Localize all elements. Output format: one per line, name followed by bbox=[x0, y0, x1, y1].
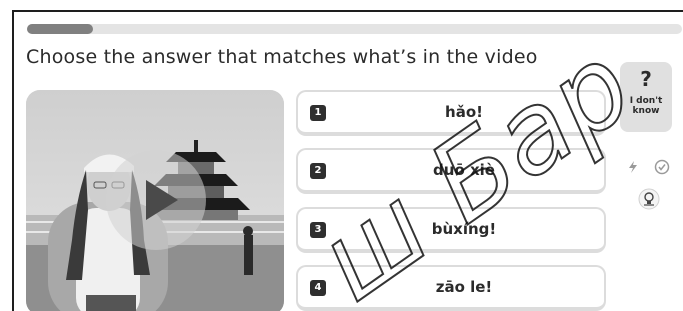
option-number-badge: 3 bbox=[310, 222, 326, 238]
check-circle-icon[interactable] bbox=[654, 159, 670, 175]
play-button[interactable] bbox=[106, 150, 206, 250]
option-number-badge: 4 bbox=[310, 280, 326, 296]
option-number-badge: 1 bbox=[310, 105, 326, 121]
i-dont-know-button[interactable]: ? I don't know bbox=[620, 62, 672, 132]
question-mark-icon: ? bbox=[640, 67, 652, 91]
answer-option-3[interactable]: 3 bùxíng! bbox=[296, 207, 606, 253]
option-text: bùxíng! bbox=[431, 220, 497, 238]
option-text: duō xiè bbox=[433, 161, 495, 179]
progress-bar bbox=[27, 24, 682, 34]
option-number-badge: 2 bbox=[310, 163, 326, 179]
lightbulb-icon[interactable] bbox=[638, 188, 660, 210]
answer-option-2[interactable]: 2 duō xiè bbox=[296, 148, 606, 194]
progress-fill bbox=[27, 24, 93, 34]
answer-option-1[interactable]: 1 hǎo! bbox=[296, 90, 606, 136]
app-frame: Choose the answer that matches what’s in… bbox=[12, 10, 683, 311]
lightning-icon[interactable] bbox=[626, 160, 640, 174]
option-text: zāo le! bbox=[435, 278, 493, 296]
video-player[interactable] bbox=[26, 90, 284, 311]
question-title: Choose the answer that matches what’s in… bbox=[26, 46, 538, 68]
answer-option-4[interactable]: 4 zāo le! bbox=[296, 265, 606, 311]
option-text: hǎo! bbox=[445, 103, 483, 121]
play-icon bbox=[146, 180, 178, 220]
i-dont-know-label: I don't know bbox=[629, 96, 663, 116]
